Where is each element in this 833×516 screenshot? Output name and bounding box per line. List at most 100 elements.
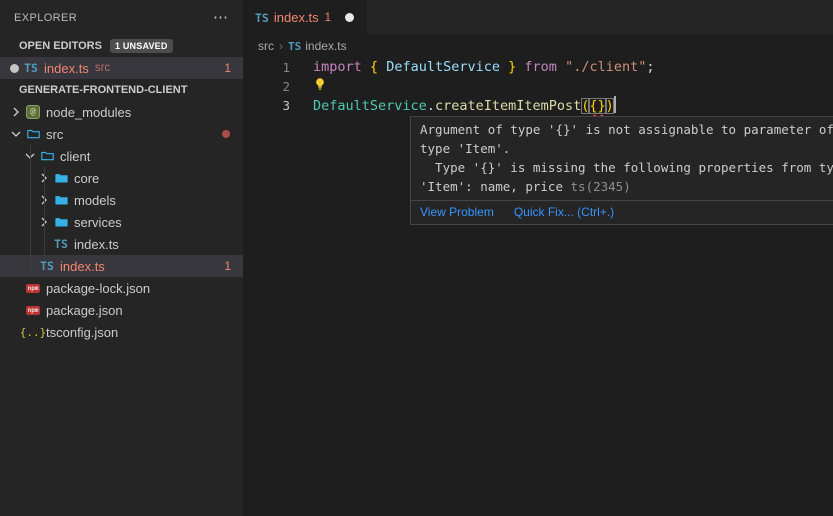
tab-error-badge: 1 — [325, 12, 331, 24]
project-root-header[interactable]: GENERATE-FRONTEND-CLIENT — [0, 79, 243, 101]
unsaved-badge: 1 UNSAVED — [110, 39, 173, 53]
tree-item-index-ts[interactable]: TSindex.ts — [0, 233, 243, 255]
error-message-line: type 'Item'. — [420, 139, 833, 158]
tree-item-label: services — [74, 215, 122, 230]
view-problem-link[interactable]: View Problem — [420, 205, 494, 219]
error-message: Argument of type '{}' is not assignable … — [411, 117, 833, 200]
code-token: DefaultService — [386, 59, 500, 75]
error-message-line: Argument of type '{}' is not assignable … — [420, 120, 833, 139]
indent-guide — [44, 167, 45, 255]
tab-index-ts[interactable]: TS index.ts 1 — [243, 0, 367, 35]
tree-item-label: src — [46, 127, 63, 142]
tree-item-label: package.json — [46, 303, 123, 318]
breadcrumb-folder[interactable]: src — [258, 39, 274, 53]
tree-item-label: node_modules — [46, 105, 131, 120]
chevron-right-icon[interactable] — [8, 104, 24, 120]
npm-file-icon: npm — [24, 306, 42, 315]
typescript-file-icon: TS — [288, 40, 301, 53]
error-count-badge: 1 — [224, 259, 243, 273]
lightbulb-icon[interactable] — [313, 77, 329, 92]
folder-icon — [52, 171, 70, 185]
code-token — [362, 59, 370, 75]
tree-item-label: package-lock.json — [46, 281, 150, 296]
open-editors-label: OPEN EDITORS — [19, 40, 102, 52]
open-editor-item-index-ts[interactable]: TS index.ts src 1 — [0, 57, 243, 79]
tab-dirty-indicator-icon[interactable] — [341, 13, 357, 22]
code-editor[interactable]: 1 import { DefaultService } from "./clien… — [243, 57, 833, 115]
code-text: import { DefaultService } from "./client… — [313, 58, 655, 77]
tree-item-services[interactable]: services — [0, 211, 243, 233]
folder-icon — [52, 215, 70, 229]
indent-guide — [30, 145, 31, 277]
code-token: DefaultService — [313, 98, 427, 114]
quick-fix-ctrl-link[interactable]: Quick Fix... (Ctrl+.) — [514, 205, 614, 219]
tree-item-label: client — [60, 149, 90, 164]
modified-dot-icon — [222, 130, 230, 138]
code-line-1: 1 import { DefaultService } from "./clien… — [243, 58, 833, 77]
tree-item-label: core — [74, 171, 99, 186]
more-actions-icon[interactable]: ⋯ — [213, 13, 229, 23]
code-line-2: 2 — [243, 77, 833, 96]
tree-item-client[interactable]: client — [0, 145, 243, 167]
breadcrumb-separator-icon: › — [279, 39, 283, 53]
folder-open-icon — [38, 149, 56, 163]
tree-item-core[interactable]: core — [0, 167, 243, 189]
code-token: createItemItemPost — [435, 98, 581, 114]
open-editor-description: src — [95, 62, 110, 74]
tree-item-models[interactable]: models — [0, 189, 243, 211]
gutter[interactable]: 3 — [243, 96, 313, 115]
tree-item-package-lock-json[interactable]: npm package-lock.json — [0, 277, 243, 299]
line-number: 1 — [243, 58, 290, 77]
code-token: from — [524, 59, 557, 75]
text-cursor — [614, 96, 616, 113]
sidebar-title: EXPLORER — [14, 12, 77, 24]
json-config-file-icon: {..} — [24, 326, 42, 339]
gutter[interactable]: 1 — [243, 58, 313, 77]
tree-item-label: models — [74, 193, 116, 208]
editor-group: TS index.ts 1 src › TS index.ts 1 import … — [243, 0, 833, 516]
code-token: { — [370, 59, 378, 75]
code-token — [500, 59, 508, 75]
error-message-line: Type '{}' is missing the following prope… — [420, 158, 833, 177]
code-token — [378, 59, 386, 75]
tab-bar: TS index.ts 1 — [243, 0, 833, 35]
explorer-sidebar: EXPLORER ⋯ OPEN EDITORS 1 UNSAVED TS ind… — [0, 0, 243, 516]
line-number: 2 — [243, 77, 290, 96]
open-editor-filename: index.ts — [44, 61, 89, 76]
code-token: . — [427, 98, 435, 114]
code-token: ) — [606, 98, 614, 114]
tree-item-label: index.ts — [74, 237, 119, 252]
gutter[interactable]: 2 — [243, 77, 313, 96]
tab-filename: index.ts — [274, 10, 319, 25]
code-line-3: 3 DefaultService.createItemItemPost({}) — [243, 96, 833, 115]
node-modules-icon: @ — [24, 105, 42, 119]
project-root-label: GENERATE-FRONTEND-CLIENT — [19, 84, 187, 96]
folder-open-icon — [24, 127, 42, 141]
code-text: DefaultService.createItemItemPost({}) — [313, 96, 616, 115]
tree-item-index-ts[interactable]: TSindex.ts1 — [0, 255, 243, 277]
open-editors-header[interactable]: OPEN EDITORS 1 UNSAVED — [0, 35, 243, 57]
dirty-indicator-icon[interactable] — [6, 64, 22, 73]
breadcrumb: src › TS index.ts — [243, 35, 833, 57]
tree-item-tsconfig-json[interactable]: {..}tsconfig.json — [0, 321, 243, 343]
tree-item-node-modules[interactable]: @ node_modules — [0, 101, 243, 123]
npm-file-icon: npm — [24, 284, 42, 293]
typescript-file-icon: TS — [38, 259, 56, 273]
file-tree: @ node_modulessrc client core models services… — [0, 101, 243, 343]
breadcrumb-file[interactable]: index.ts — [305, 39, 346, 53]
tree-item-package-json[interactable]: npm package.json — [0, 299, 243, 321]
line-number: 3 — [243, 96, 290, 115]
code-token: "./client" — [565, 59, 646, 75]
sidebar-title-row: EXPLORER ⋯ — [0, 0, 243, 35]
chevron-down-icon[interactable] — [8, 126, 24, 142]
code-text — [313, 77, 331, 96]
error-count-badge: 1 — [224, 61, 243, 75]
folder-icon — [52, 193, 70, 207]
error-hover-tooltip: Argument of type '{}' is not assignable … — [410, 116, 833, 225]
hover-actions: View Problem Quick Fix... (Ctrl+.) — [411, 200, 833, 224]
tree-item-src[interactable]: src — [0, 123, 243, 145]
code-token: import — [313, 59, 362, 75]
typescript-file-icon: TS — [255, 11, 269, 25]
error-message-line: 'Item': name, price ts(2345) — [420, 177, 833, 196]
code-token — [557, 59, 565, 75]
